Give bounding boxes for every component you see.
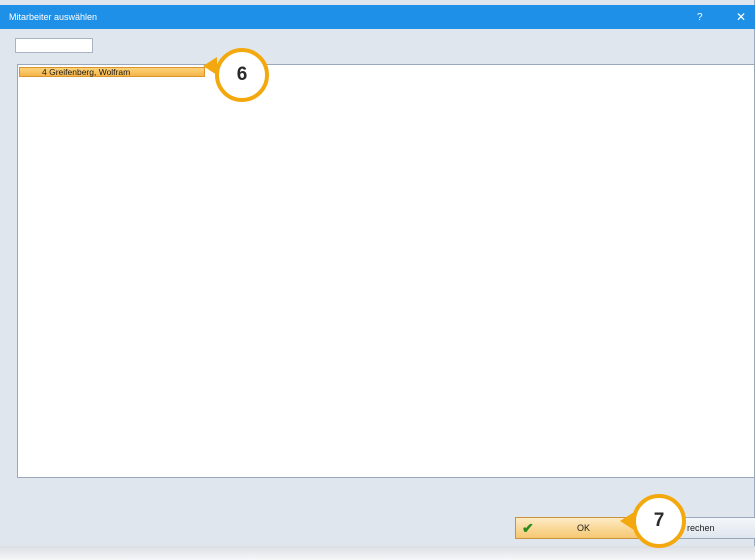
callout-badge: 6 [215,48,269,102]
help-icon[interactable]: ? [697,12,703,23]
close-icon[interactable]: ✕ [736,10,746,24]
checkmark-icon: ✔ [522,520,534,536]
window-shadow [0,545,755,560]
dialog-window: Mitarbeiter auswählen ? ✕ 4 Greifenberg,… [0,0,755,546]
search-input[interactable] [15,38,93,53]
cancel-button-label: rechen [687,523,715,533]
list-item[interactable]: 4 Greifenberg, Wolfram [19,67,205,77]
ok-button-label: OK [577,523,591,533]
list-item-label: 4 Greifenberg, Wolfram [42,67,131,77]
cancel-button[interactable]: rechen [674,517,755,539]
employee-list[interactable]: 4 Greifenberg, Wolfram [17,64,755,478]
window-title: Mitarbeiter auswählen [9,12,98,22]
title-bar: Mitarbeiter auswählen ? ✕ [0,5,755,29]
callout-badge: 7 [632,494,686,548]
